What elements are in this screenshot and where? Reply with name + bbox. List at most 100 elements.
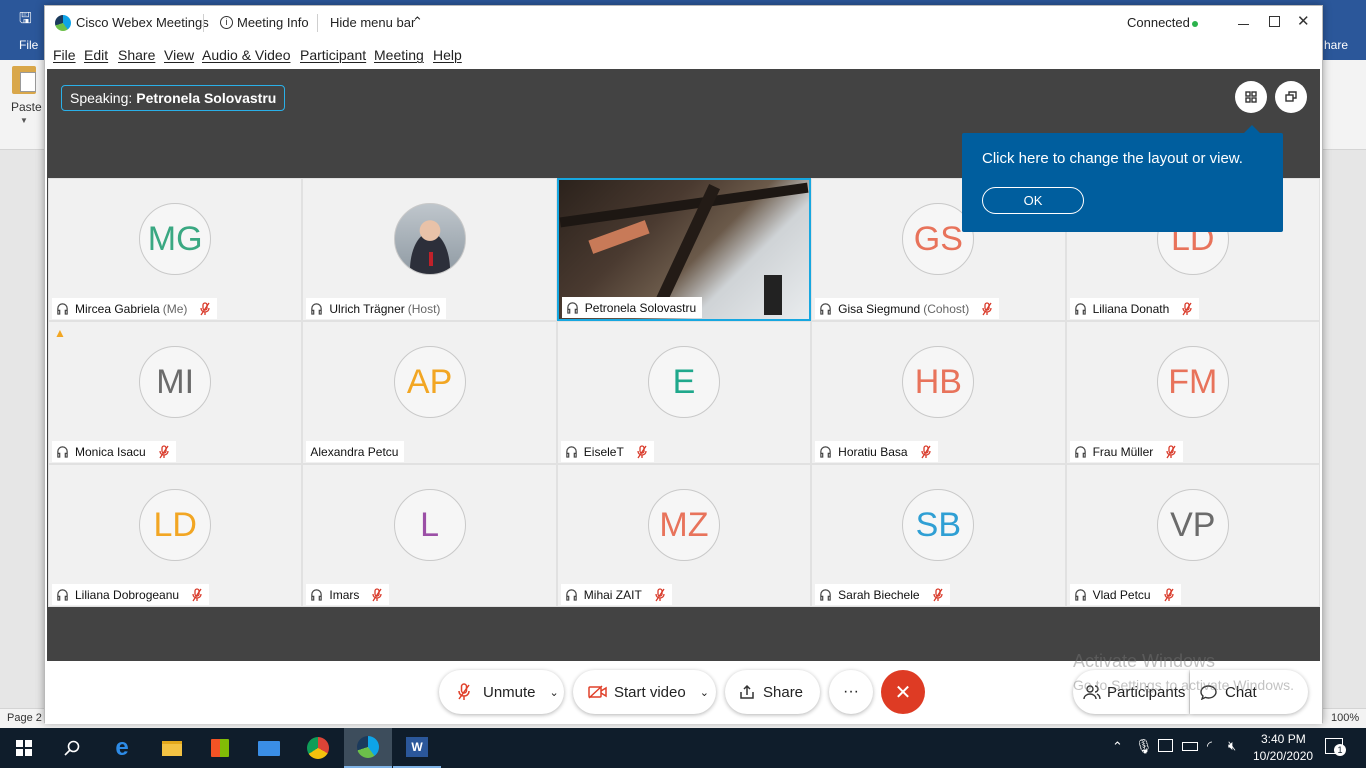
muted-mic-icon[interactable] xyxy=(636,444,648,459)
participant-avatar: SB xyxy=(902,489,975,561)
muted-mic-icon[interactable] xyxy=(158,444,170,459)
more-options-button[interactable]: ··· xyxy=(829,670,873,714)
participant-namebar: Mihai ZAIT xyxy=(560,584,672,605)
avatar-initials: AP xyxy=(406,362,453,401)
participant-tile[interactable]: SB Sarah Biechele xyxy=(811,464,1066,607)
participant-tile[interactable]: Ulrich Trägner (Host) xyxy=(302,178,557,321)
participant-name: Liliana Donath xyxy=(1092,301,1170,316)
muted-mic-icon[interactable] xyxy=(191,587,203,602)
muted-mic-icon[interactable] xyxy=(371,587,383,602)
muted-mic-icon[interactable] xyxy=(932,587,944,602)
muted-mic-icon[interactable] xyxy=(654,587,666,602)
avatar-initials: SB xyxy=(915,505,962,544)
participant-tile[interactable]: AP Alexandra Petcu xyxy=(302,321,557,464)
view-mode-button[interactable] xyxy=(1275,81,1307,113)
paste-label: Paste xyxy=(11,100,42,114)
participant-tile[interactable]: MI ▲ Monica Isacu xyxy=(48,321,303,464)
tooltip-ok-button[interactable]: OK xyxy=(982,187,1084,214)
search-button[interactable] xyxy=(48,728,96,768)
file-explorer-app[interactable] xyxy=(148,728,196,768)
menu-audio-video[interactable]: Audio & Video xyxy=(202,47,290,63)
word-icon: W xyxy=(406,737,428,757)
share-button[interactable]: Share xyxy=(725,670,820,714)
participant-tile[interactable]: FM Frau Müller xyxy=(1065,321,1320,464)
participant-avatar: MG xyxy=(139,203,212,275)
participant-tile[interactable]: MZ Mihai ZAIT xyxy=(556,464,812,607)
muted-mic-icon[interactable] xyxy=(920,444,932,459)
unmute-button[interactable]: Unmute ⌄ xyxy=(439,670,564,714)
battery-icon[interactable] xyxy=(1182,742,1198,751)
close-icon[interactable]: ✕ xyxy=(1297,12,1310,30)
participant-avatar: LD xyxy=(139,489,212,561)
wifi-icon[interactable]: ◜ xyxy=(1207,738,1212,754)
share-icon xyxy=(740,684,754,699)
headset-icon xyxy=(566,589,577,601)
participant-avatar: MZ xyxy=(647,489,720,561)
muted-mic-icon[interactable] xyxy=(1165,444,1177,459)
webcam-tray-icon[interactable] xyxy=(1158,739,1173,752)
participant-name: Monica Isacu xyxy=(75,444,146,459)
headset-icon xyxy=(1074,446,1086,458)
leave-meeting-button[interactable]: ✕ xyxy=(881,670,925,714)
meeting-info-button[interactable]: Meeting Info xyxy=(237,15,309,30)
participant-name: Gisa Siegmund xyxy=(838,301,921,316)
word-share-tab[interactable]: hare xyxy=(1324,38,1348,52)
headset-icon xyxy=(311,303,323,315)
chevron-down-icon[interactable]: ⌄ xyxy=(550,686,559,699)
menu-help[interactable]: Help xyxy=(433,47,462,63)
menu-meeting[interactable]: Meeting xyxy=(374,47,424,63)
microphone-tray-icon[interactable]: 🎙 xyxy=(1135,738,1153,755)
menu-bar: File Edit Share View Audio & Video Parti… xyxy=(45,39,1322,69)
participant-tile[interactable]: L Imars xyxy=(302,464,557,607)
maximize-icon[interactable] xyxy=(1269,16,1280,27)
muted-mic-icon[interactable] xyxy=(1181,301,1193,316)
word-save-icon[interactable]: 🖫 xyxy=(19,8,32,33)
participant-tile[interactable]: LD Liliana Dobrogeanu xyxy=(48,464,303,607)
muted-mic-icon[interactable] xyxy=(1163,587,1175,602)
participant-tile[interactable]: E EiseleT xyxy=(556,321,812,464)
start-video-button[interactable]: Start video ⌄ xyxy=(573,670,716,714)
edge-icon: e xyxy=(115,734,129,761)
participant-name: Mircea Gabriela xyxy=(75,301,160,316)
clock-time[interactable]: 3:40 PM xyxy=(1261,732,1306,746)
webex-taskbar-icon xyxy=(357,736,379,758)
muted-mic-icon[interactable] xyxy=(981,301,993,316)
menu-edit[interactable]: Edit xyxy=(84,47,108,63)
store-icon xyxy=(211,739,229,757)
edge-app[interactable]: e xyxy=(98,728,146,768)
menu-share[interactable]: Share xyxy=(118,47,155,63)
menu-view[interactable]: View xyxy=(164,47,194,63)
webex-app[interactable] xyxy=(344,728,392,768)
zoom-level[interactable]: 100% xyxy=(1331,712,1359,724)
clock-date[interactable]: 10/20/2020 xyxy=(1253,749,1313,763)
start-button[interactable] xyxy=(0,728,48,768)
menu-file[interactable]: File xyxy=(53,47,76,63)
store-app[interactable] xyxy=(196,728,244,768)
word-paste-group[interactable]: Paste ▼ xyxy=(0,60,46,150)
word-file-tab[interactable]: File xyxy=(19,38,38,52)
avatar-initials: MI xyxy=(156,362,195,401)
word-app[interactable]: W xyxy=(393,728,441,768)
warning-icon[interactable]: ▲ xyxy=(54,326,66,340)
volume-muted-icon[interactable]: 🔇︎ xyxy=(1228,738,1236,754)
mail-app[interactable] xyxy=(245,728,293,768)
minimize-icon[interactable] xyxy=(1238,24,1249,25)
show-hidden-icons[interactable]: ⌃ xyxy=(1112,739,1123,755)
notifications-button[interactable]: 1 xyxy=(1325,738,1346,756)
chrome-app[interactable] xyxy=(294,728,342,768)
tie-icon xyxy=(428,252,433,266)
participant-namebar: Gisa Siegmund (Cohost) xyxy=(815,298,1000,319)
hide-menu-bar-button[interactable]: Hide menu bar xyxy=(330,15,415,30)
page-indicator[interactable]: Page 2 xyxy=(7,712,42,724)
speaking-name: Petronela Solovastru xyxy=(136,90,277,106)
chevron-down-icon[interactable]: ⌄ xyxy=(700,686,709,699)
layout-button[interactable] xyxy=(1235,81,1267,113)
participant-tile[interactable]: HB Horatiu Basa xyxy=(811,321,1066,464)
participant-tile[interactable]: VP Vlad Petcu xyxy=(1065,464,1320,607)
chevron-up-icon[interactable]: ⌃ xyxy=(412,14,423,30)
menu-participant[interactable]: Participant xyxy=(300,47,366,63)
participant-tile[interactable]: Petronela Solovastru xyxy=(556,178,812,321)
search-icon xyxy=(64,740,80,756)
muted-mic-icon[interactable] xyxy=(199,301,211,316)
participant-tile[interactable]: MG Mircea Gabriela (Me) xyxy=(48,178,303,321)
